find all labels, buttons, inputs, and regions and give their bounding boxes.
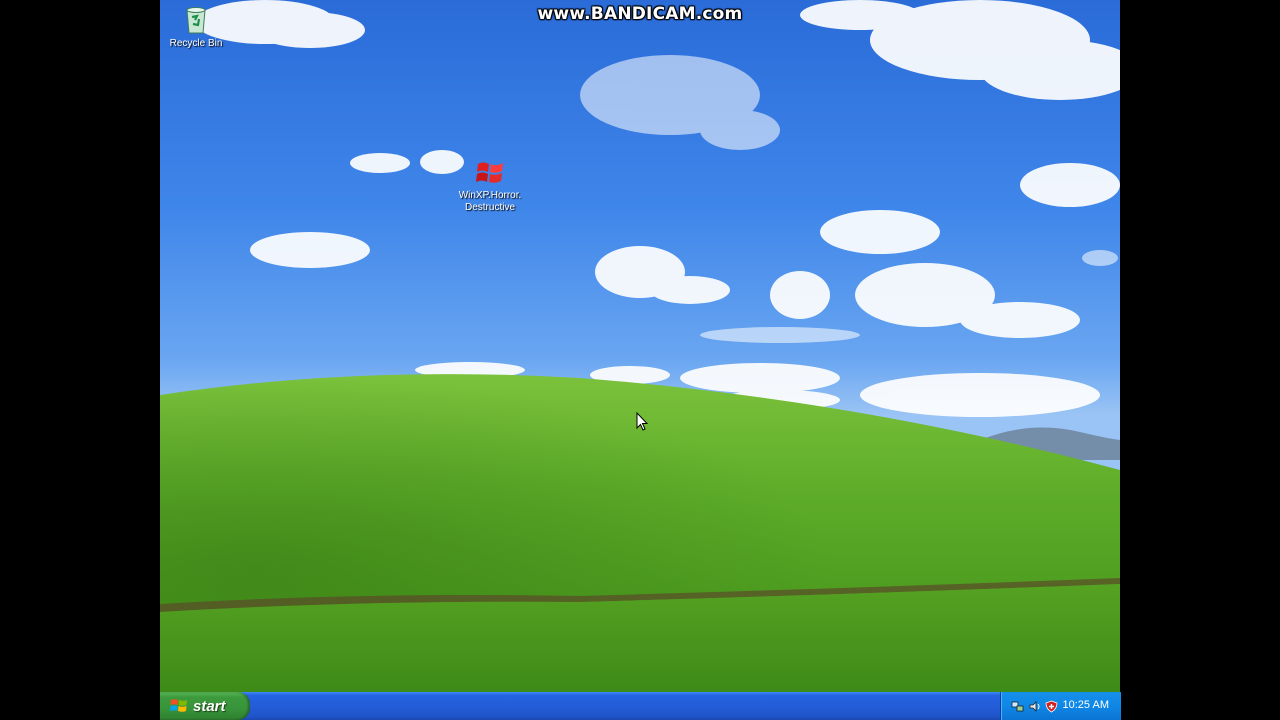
bliss-wallpaper	[160, 0, 1120, 692]
winxp-horror-shortcut[interactable]: WinXP.Horror. Destructive	[450, 156, 530, 214]
mouse-cursor-icon	[636, 412, 648, 431]
left-letterbox	[0, 0, 160, 720]
recycle-bin-icon	[186, 7, 206, 34]
winxp-horror-label-line2: Destructive	[464, 202, 515, 213]
bandicam-watermark: www.BANDICAM.com	[537, 4, 743, 24]
windows-flag-icon	[476, 162, 503, 183]
recycle-bin-label: Recycle Bin	[169, 38, 223, 49]
network-icon[interactable]	[1011, 700, 1024, 713]
right-letterbox	[1120, 0, 1280, 720]
windows-logo-icon	[170, 699, 187, 712]
start-button[interactable]: start	[160, 692, 250, 720]
taskbar: start 10:25 AM	[160, 692, 1121, 720]
recycle-bin-shortcut[interactable]: Recycle Bin	[160, 4, 234, 50]
clock[interactable]: 10:25 AM	[1063, 699, 1109, 711]
desktop[interactable]: www.BANDICAM.com Recycle Bin WinXP.Horro…	[160, 0, 1120, 692]
winxp-horror-label-line1: WinXP.Horror.	[458, 190, 522, 201]
system-tray: 10:25 AM	[1000, 692, 1121, 720]
start-label: start	[193, 697, 226, 715]
speaker-icon[interactable]	[1028, 700, 1041, 713]
security-shield-icon[interactable]	[1045, 700, 1058, 713]
